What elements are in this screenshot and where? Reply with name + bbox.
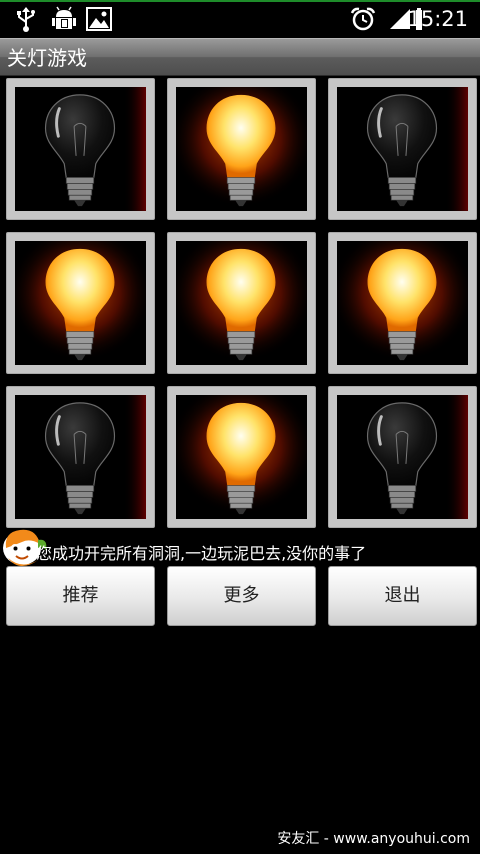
bulb-on-icon [176,241,307,365]
app-title-bar: 关灯游戏 [0,38,480,76]
bulb-off-icon [337,87,468,211]
bulb-cell[interactable] [328,386,477,528]
bulb-on-icon [176,395,307,519]
bulb-on-icon [337,241,468,365]
bulb-off-icon [15,395,146,519]
app-title: 关灯游戏 [7,46,87,70]
image-icon [86,6,112,32]
bulb-cell[interactable] [328,232,477,374]
game-message: 您成功开完所有洞洞,一边玩泥巴去,没你的事了 [36,544,367,563]
bulb-cell[interactable] [167,78,316,220]
bulb-cell[interactable] [167,386,316,528]
more-button[interactable]: 更多 [167,566,316,626]
bulb-cell[interactable] [167,232,316,374]
exit-button[interactable]: 退出 [328,566,477,626]
status-bar: 15:21 [0,0,480,38]
alarm-icon [350,6,376,32]
bulb-on-icon [15,241,146,365]
status-time: 15:21 [407,7,468,31]
usb-icon [14,6,38,32]
recommend-button[interactable]: 推荐 [6,566,155,626]
status-accent-line [0,0,480,2]
bulb-cell[interactable] [6,78,155,220]
bulb-grid [6,78,477,528]
bulb-cell[interactable] [6,232,155,374]
bulb-cell[interactable] [328,78,477,220]
bulb-off-icon [15,87,146,211]
footer-watermark: 安友汇 - www.anyouhui.com [277,831,470,847]
bulb-on-icon [176,87,307,211]
android-debug-icon [50,6,78,32]
bulb-off-icon [337,395,468,519]
bulb-cell[interactable] [6,386,155,528]
